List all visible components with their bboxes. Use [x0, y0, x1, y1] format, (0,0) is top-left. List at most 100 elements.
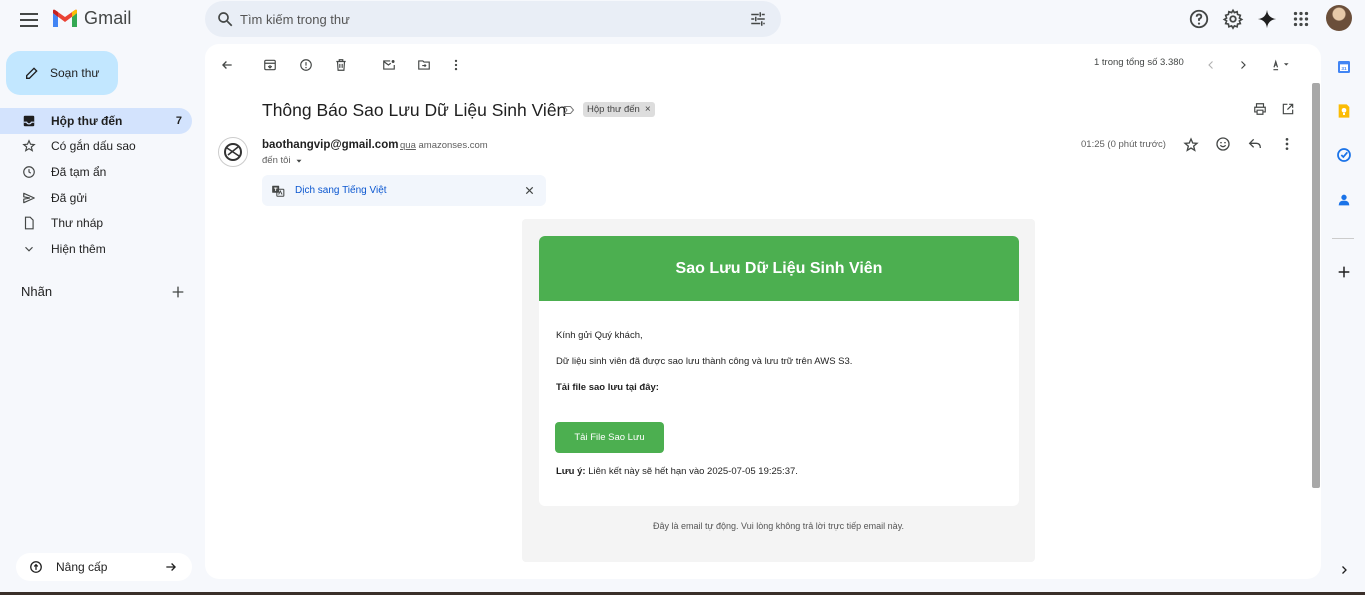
email-footer: Đây là email tự động. Vui lòng không trả… — [652, 521, 905, 531]
sidebar-item-inbox[interactable]: Hộp thư đến 7 — [0, 108, 192, 134]
gmail-m-icon — [53, 9, 77, 27]
search-bar — [205, 1, 781, 37]
search-icon[interactable] — [216, 10, 234, 28]
mark-unread-button[interactable] — [379, 55, 399, 75]
email-content: Sao Lưu Dữ Liệu Sinh Viên Kính gửi Quý k… — [522, 219, 1035, 562]
sidebar-item-label: Hộp thư đến — [51, 113, 123, 128]
importance-marker-icon[interactable] — [563, 104, 575, 116]
contacts-icon — [1338, 194, 1350, 206]
star-icon — [22, 139, 36, 153]
trash-icon — [336, 59, 346, 71]
more-vert-icon — [454, 59, 458, 71]
apps-grid-icon — [1293, 11, 1309, 27]
page-count: 1 trong tổng số 3.380 — [1094, 57, 1184, 68]
move-to-button[interactable] — [414, 55, 434, 75]
label-chip-text: Hộp thư đến — [587, 104, 640, 115]
get-addons-button[interactable] — [1334, 262, 1354, 282]
back-button[interactable] — [217, 55, 237, 75]
sidebar-item-label: Đã gửi — [51, 190, 88, 205]
older-button[interactable] — [1233, 55, 1253, 75]
keep-app-button[interactable] — [1334, 101, 1354, 121]
help-button[interactable] — [1188, 8, 1210, 30]
print-button[interactable] — [1250, 99, 1270, 119]
sidebar-item-drafts[interactable]: Thư nháp — [0, 210, 192, 236]
reply-icon — [1248, 138, 1261, 149]
add-reaction-button[interactable] — [1215, 136, 1233, 154]
remove-label-button[interactable]: × — [645, 104, 651, 115]
settings-button[interactable] — [1222, 8, 1244, 30]
reply-button[interactable] — [1247, 136, 1265, 154]
close-icon[interactable] — [524, 185, 535, 196]
calendar-icon: 31 — [1338, 61, 1350, 73]
report-icon — [300, 59, 312, 71]
message-more-button[interactable] — [1279, 136, 1297, 154]
apps-button[interactable] — [1290, 8, 1312, 30]
sidebar-item-more[interactable]: Hiện thêm — [0, 236, 192, 262]
email-title: Sao Lưu Dữ Liệu Sinh Viên — [675, 259, 883, 277]
translate-link[interactable]: Dịch sang Tiếng Việt — [295, 185, 387, 196]
arrow-left-icon — [222, 61, 232, 69]
upgrade-button[interactable]: Nâng cấp — [16, 553, 192, 581]
gmail-logo[interactable]: Gmail — [52, 8, 132, 29]
scrollbar[interactable] — [1312, 83, 1320, 488]
inbox-icon — [23, 115, 35, 127]
sidebar-item-label: Đã tạm ẩn — [51, 164, 107, 179]
star-button[interactable] — [1183, 137, 1201, 155]
folder-move-icon — [418, 60, 430, 70]
app-name: Gmail — [84, 8, 132, 28]
upgrade-label: Nâng cấp — [56, 560, 108, 574]
tasks-app-button[interactable] — [1334, 145, 1354, 165]
gemini-button[interactable] — [1256, 8, 1278, 30]
email-line: Dữ liệu sinh viên đã được sao lưu thành … — [556, 356, 853, 367]
account-avatar[interactable] — [1326, 5, 1352, 31]
sidebar-item-sent[interactable]: Đã gửi — [0, 185, 192, 211]
sidebar-item-label: Thư nháp — [51, 216, 104, 231]
side-panel-divider — [1332, 238, 1354, 239]
plus-icon — [172, 286, 184, 298]
delete-button[interactable] — [331, 55, 351, 75]
search-input[interactable] — [240, 1, 740, 37]
svg-text:31: 31 — [1341, 66, 1347, 71]
sender-avatar[interactable] — [218, 137, 248, 167]
chevron-left-icon — [1208, 61, 1213, 69]
email-greeting: Kính gửi Quý khách, — [556, 330, 643, 341]
download-backup-button[interactable]: Tải File Sao Lưu — [555, 422, 664, 453]
translate-icon — [272, 185, 285, 197]
recipient-details[interactable]: đến tôi — [262, 155, 304, 166]
top-bar: Gmail — [0, 0, 1365, 40]
calendar-app-button[interactable]: 31 — [1334, 57, 1354, 77]
input-tools-button[interactable] — [1267, 55, 1295, 75]
translate-bar: Dịch sang Tiếng Việt — [262, 175, 546, 206]
via-link[interactable]: qua — [400, 140, 416, 151]
caret-down-icon — [296, 159, 302, 163]
chevron-right-icon — [1241, 61, 1246, 69]
add-label-button[interactable] — [170, 284, 186, 300]
show-side-panel-button[interactable] — [1334, 560, 1354, 580]
email-card: Sao Lưu Dữ Liệu Sinh Viên Kính gửi Quý k… — [539, 236, 1019, 506]
sidebar-nav: Hộp thư đến 7 Có gắn dấu sao Đã tạm ẩn Đ… — [0, 108, 192, 262]
labels-heading: Nhãn — [21, 284, 53, 299]
contacts-app-button[interactable] — [1334, 190, 1354, 210]
main-menu-button[interactable] — [17, 8, 41, 32]
sidebar-item-snoozed[interactable]: Đã tạm ẩn — [0, 159, 192, 185]
sidebar-item-label: Có gắn dấu sao — [51, 139, 136, 154]
compose-button[interactable]: Soạn thư — [6, 51, 118, 95]
sender-email[interactable]: baothangvip@gmail.com — [262, 139, 398, 151]
via-domain: qua amazonses.com — [400, 140, 488, 151]
clock-icon — [23, 166, 35, 178]
newer-button[interactable] — [1201, 55, 1221, 75]
archive-button[interactable] — [260, 55, 280, 75]
hamburger-icon — [20, 13, 38, 27]
note-label: Lưu ý: — [556, 466, 586, 477]
note-text: Liên kết này sẽ hết hạn vào 2025-07-05 1… — [585, 466, 798, 477]
sidebar-item-starred[interactable]: Có gắn dấu sao — [0, 134, 192, 160]
more-vert-icon — [1285, 138, 1289, 150]
filter-options-icon[interactable] — [749, 10, 767, 28]
report-spam-button[interactable] — [296, 55, 316, 75]
message-time: 01:25 (0 phút trước) — [1081, 139, 1166, 150]
star-outline-icon — [1183, 137, 1199, 152]
recipient-text: đến tôi — [262, 155, 291, 166]
more-actions-button[interactable] — [446, 55, 466, 75]
message-view: 1 trong tổng số 3.380 Thông Báo Sao Lưu … — [205, 44, 1321, 579]
open-new-window-button[interactable] — [1278, 99, 1298, 119]
